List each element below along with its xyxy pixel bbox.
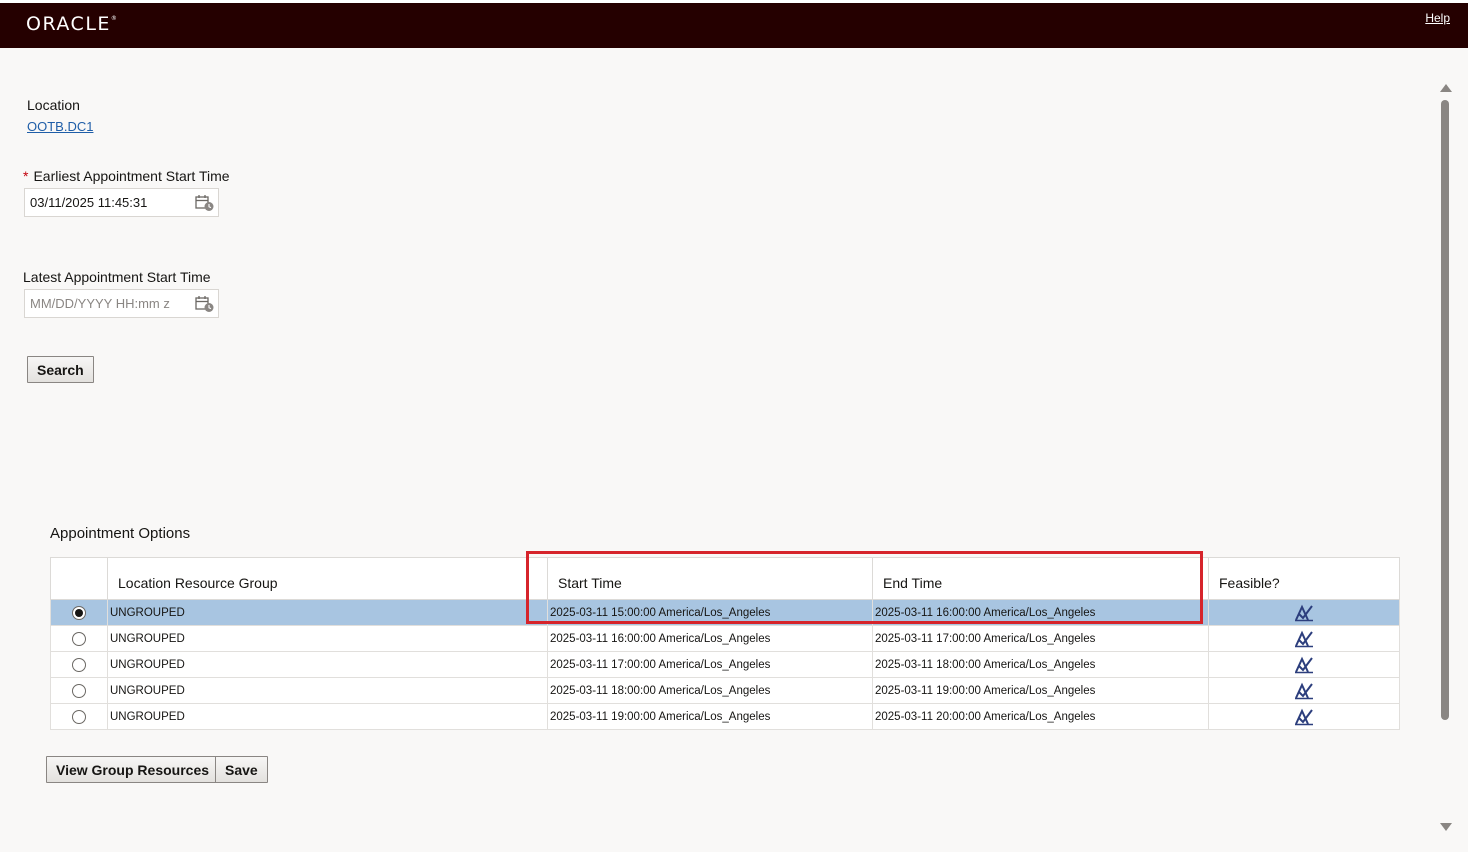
start-time-cell: 2025-03-11 17:00:00 America/Los_Angeles bbox=[547, 651, 873, 678]
infeasible-check-icon bbox=[1295, 604, 1313, 621]
start-time-cell: 2025-03-11 19:00:00 America/Los_Angeles bbox=[547, 703, 873, 730]
appointment-options-title: Appointment Options bbox=[50, 525, 191, 542]
group-cell: UNGROUPED bbox=[107, 677, 548, 704]
row-radio-button[interactable] bbox=[72, 683, 86, 698]
earliest-start-label-text: Earliest Appointment Start Time bbox=[33, 168, 230, 184]
row-radio-button[interactable] bbox=[72, 657, 86, 672]
latest-start-field bbox=[24, 289, 219, 318]
table-row[interactable]: UNGROUPED 2025-03-11 15:00:00 America/Los… bbox=[50, 599, 1400, 626]
table-header-row: Location Resource Group Start Time End T… bbox=[50, 557, 1400, 600]
infeasible-check-icon bbox=[1295, 708, 1313, 725]
end-time-cell: 2025-03-11 19:00:00 America/Los_Angeles bbox=[872, 677, 1209, 704]
latest-start-label: Latest Appointment Start Time bbox=[23, 269, 211, 285]
group-cell: UNGROUPED bbox=[107, 625, 548, 652]
table-row[interactable]: UNGROUPED 2025-03-11 19:00:00 America/Los… bbox=[50, 703, 1400, 730]
feasible-cell bbox=[1208, 651, 1400, 678]
table-row[interactable]: UNGROUPED 2025-03-11 16:00:00 America/Los… bbox=[50, 625, 1400, 652]
earliest-start-label: * Earliest Appointment Start Time bbox=[23, 168, 230, 184]
end-time-cell: 2025-03-11 16:00:00 America/Los_Angeles bbox=[872, 599, 1209, 626]
start-time-cell: 2025-03-11 16:00:00 America/Los_Angeles bbox=[547, 625, 873, 652]
search-button[interactable]: Search bbox=[27, 356, 94, 383]
row-select-cell bbox=[50, 625, 108, 652]
column-header-end-time[interactable]: End Time bbox=[872, 557, 1209, 600]
group-cell: UNGROUPED bbox=[107, 703, 548, 730]
group-cell: UNGROUPED bbox=[107, 599, 548, 626]
feasible-cell bbox=[1208, 703, 1400, 730]
row-select-cell bbox=[50, 703, 108, 730]
table-row[interactable]: UNGROUPED 2025-03-11 17:00:00 America/Los… bbox=[50, 651, 1400, 678]
save-button[interactable]: Save bbox=[215, 756, 268, 783]
calendar-clock-icon[interactable] bbox=[195, 295, 215, 313]
latest-start-input[interactable] bbox=[25, 290, 190, 317]
infeasible-check-icon bbox=[1295, 656, 1313, 673]
row-select-cell bbox=[50, 677, 108, 704]
column-header-start-time[interactable]: Start Time bbox=[547, 557, 873, 600]
select-column-header bbox=[50, 557, 108, 600]
end-time-cell: 2025-03-11 18:00:00 America/Los_Angeles bbox=[872, 651, 1209, 678]
row-radio-button[interactable] bbox=[72, 605, 86, 620]
earliest-start-field bbox=[24, 188, 219, 217]
header-top-line bbox=[0, 0, 1468, 3]
column-header-feasible[interactable]: Feasible? bbox=[1208, 557, 1400, 600]
feasible-cell bbox=[1208, 599, 1400, 626]
row-radio-button[interactable] bbox=[72, 631, 86, 646]
end-time-cell: 2025-03-11 20:00:00 America/Los_Angeles bbox=[872, 703, 1209, 730]
infeasible-check-icon bbox=[1295, 682, 1313, 699]
help-link[interactable]: Help bbox=[1425, 11, 1450, 25]
calendar-clock-icon[interactable] bbox=[195, 194, 215, 212]
table-row[interactable]: UNGROUPED 2025-03-11 18:00:00 America/Los… bbox=[50, 677, 1400, 704]
location-label: Location bbox=[27, 97, 80, 113]
group-cell: UNGROUPED bbox=[107, 651, 548, 678]
start-time-cell: 2025-03-11 15:00:00 America/Los_Angeles bbox=[547, 599, 873, 626]
vertical-scrollbar[interactable] bbox=[1437, 80, 1455, 835]
row-radio-button[interactable] bbox=[72, 709, 86, 724]
appointment-options-table: Location Resource Group Start Time End T… bbox=[50, 557, 1400, 730]
earliest-start-input[interactable] bbox=[25, 189, 190, 216]
oracle-logo: ORACLE® bbox=[26, 13, 117, 35]
end-time-cell: 2025-03-11 17:00:00 America/Los_Angeles bbox=[872, 625, 1209, 652]
column-header-location-resource-group[interactable]: Location Resource Group bbox=[107, 557, 548, 600]
feasible-cell bbox=[1208, 625, 1400, 652]
infeasible-check-icon bbox=[1295, 630, 1313, 647]
scroll-down-arrow-icon[interactable] bbox=[1440, 823, 1452, 831]
row-select-cell bbox=[50, 651, 108, 678]
scroll-thumb[interactable] bbox=[1441, 100, 1449, 720]
required-marker: * bbox=[23, 168, 29, 184]
feasible-cell bbox=[1208, 677, 1400, 704]
location-link[interactable]: OOTB.DC1 bbox=[27, 119, 93, 134]
start-time-cell: 2025-03-11 18:00:00 America/Los_Angeles bbox=[547, 677, 873, 704]
view-group-resources-button[interactable]: View Group Resources bbox=[46, 756, 220, 783]
header-bar: ORACLE® Help bbox=[0, 0, 1468, 48]
scroll-up-arrow-icon[interactable] bbox=[1440, 84, 1452, 92]
row-select-cell bbox=[50, 599, 108, 626]
